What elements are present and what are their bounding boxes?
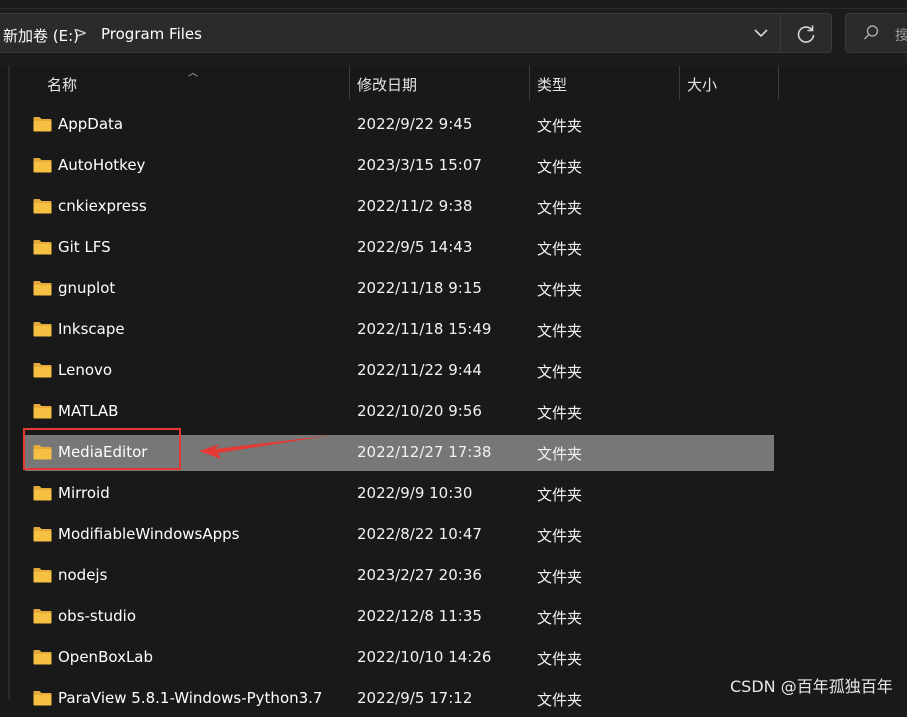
file-row[interactable]: Lenovo 2022/11/22 9:44 文件夹 xyxy=(25,353,774,389)
column-divider[interactable] xyxy=(529,66,530,100)
folder-icon xyxy=(33,690,52,706)
file-type: 文件夹 xyxy=(537,363,583,381)
column-divider[interactable] xyxy=(349,66,350,100)
breadcrumb-chevron-icon[interactable]: > xyxy=(74,23,87,42)
navigation-pane-border xyxy=(8,66,10,700)
folder-icon xyxy=(33,362,52,378)
column-header-date[interactable]: 修改日期 xyxy=(357,74,417,95)
file-type: 文件夹 xyxy=(537,117,583,135)
file-name: Git LFS xyxy=(58,238,111,256)
file-type: 文件夹 xyxy=(537,527,583,545)
file-date: 2022/12/8 11:35 xyxy=(357,607,482,625)
folder-icon xyxy=(33,403,52,419)
top-divider xyxy=(0,8,907,9)
folder-icon xyxy=(33,526,52,542)
file-row[interactable]: cnkiexpress 2022/11/2 9:38 文件夹 xyxy=(25,189,774,225)
file-date: 2022/9/5 17:12 xyxy=(357,689,473,707)
refresh-icon[interactable] xyxy=(793,21,819,47)
file-date: 2022/10/10 14:26 xyxy=(357,648,492,666)
folder-icon xyxy=(33,157,52,173)
address-bar[interactable]: 新加卷 (E:) > Program Files xyxy=(0,13,832,53)
file-name: nodejs xyxy=(58,566,108,584)
file-name: AutoHotkey xyxy=(58,156,146,174)
title-toolbar: 新加卷 (E:) > Program Files 搜 xyxy=(0,0,907,66)
file-row[interactable]: obs-studio 2022/12/8 11:35 文件夹 xyxy=(25,599,774,635)
breadcrumb-drive[interactable]: 新加卷 (E:) xyxy=(3,25,79,46)
watermark: CSDN @百年孤独百年 xyxy=(730,677,893,696)
column-header-type[interactable]: 类型 xyxy=(537,74,567,95)
file-type: 文件夹 xyxy=(537,199,583,217)
file-date: 2022/11/18 15:49 xyxy=(357,320,492,338)
file-date: 2022/11/2 9:38 xyxy=(357,197,473,215)
file-row[interactable]: AutoHotkey 2023/3/15 15:07 文件夹 xyxy=(25,148,774,184)
folder-icon xyxy=(33,321,52,337)
folder-icon xyxy=(33,567,52,583)
file-name: gnuplot xyxy=(58,279,116,297)
file-name: Lenovo xyxy=(58,361,113,379)
folder-icon xyxy=(33,239,52,255)
annotation-arrow xyxy=(199,435,333,459)
file-row[interactable]: AppData 2022/9/22 9:45 文件夹 xyxy=(25,107,774,143)
file-type: 文件夹 xyxy=(537,650,583,668)
file-type: 文件夹 xyxy=(537,568,583,586)
file-date: 2023/3/15 15:07 xyxy=(357,156,482,174)
file-name: cnkiexpress xyxy=(58,197,147,215)
breadcrumb-folder[interactable]: Program Files xyxy=(101,25,202,43)
column-header-row: ︿ 名称 修改日期 类型 大小 xyxy=(0,66,907,102)
file-type: 文件夹 xyxy=(537,404,583,422)
file-row[interactable]: ParaView 5.8.1-Windows-Python3.7 2022/9/5… xyxy=(25,681,774,717)
file-date: 2022/9/5 14:43 xyxy=(357,238,473,256)
column-divider[interactable] xyxy=(679,66,680,100)
folder-icon xyxy=(33,280,52,296)
file-date: 2023/2/27 20:36 xyxy=(357,566,482,584)
file-row[interactable]: nodejs 2023/2/27 20:36 文件夹 xyxy=(25,558,774,594)
folder-icon xyxy=(33,198,52,214)
folder-icon xyxy=(33,649,52,665)
file-date: 2022/10/20 9:56 xyxy=(357,402,482,420)
file-type: 文件夹 xyxy=(537,240,583,258)
chevron-down-icon[interactable] xyxy=(749,23,773,43)
file-name: AppData xyxy=(58,115,124,133)
annotation-highlight-box xyxy=(23,428,181,470)
folder-icon xyxy=(33,485,52,501)
column-divider[interactable] xyxy=(778,66,779,100)
file-type: 文件夹 xyxy=(537,322,583,340)
file-name: Inkscape xyxy=(58,320,125,338)
file-date: 2022/9/22 9:45 xyxy=(357,115,473,133)
file-name: Mirroid xyxy=(58,484,110,502)
file-row[interactable]: Inkscape 2022/11/18 15:49 文件夹 xyxy=(25,312,774,348)
file-date: 2022/11/18 9:15 xyxy=(357,279,482,297)
file-name: obs-studio xyxy=(58,607,136,625)
file-date: 2022/9/9 10:30 xyxy=(357,484,473,502)
file-type: 文件夹 xyxy=(537,445,583,463)
file-row[interactable]: Mirroid 2022/9/9 10:30 文件夹 xyxy=(25,476,774,512)
file-row[interactable]: gnuplot 2022/11/18 9:15 文件夹 xyxy=(25,271,774,307)
file-name: OpenBoxLab xyxy=(58,648,154,666)
folder-icon xyxy=(33,116,52,132)
search-icon xyxy=(862,24,880,42)
column-header-name[interactable]: 名称 xyxy=(47,74,77,95)
sort-ascending-icon: ︿ xyxy=(188,68,198,79)
file-date: 2022/11/22 9:44 xyxy=(357,361,482,379)
file-type: 文件夹 xyxy=(537,158,583,176)
file-row[interactable]: OpenBoxLab 2022/10/10 14:26 文件夹 xyxy=(25,640,774,676)
file-date: 2022/8/22 10:47 xyxy=(357,525,482,543)
file-row[interactable]: ModifiableWindowsApps 2022/8/22 10:47 文件夹 xyxy=(25,517,774,553)
file-row[interactable]: Git LFS 2022/9/5 14:43 文件夹 xyxy=(25,230,774,266)
search-placeholder: 搜 xyxy=(895,28,907,44)
file-row[interactable]: MATLAB 2022/10/20 9:56 文件夹 xyxy=(25,394,774,430)
file-name: ParaView 5.8.1-Windows-Python3.7 xyxy=(58,689,323,707)
file-name: MATLAB xyxy=(58,402,119,420)
file-date: 2022/12/27 17:38 xyxy=(357,443,492,461)
file-type: 文件夹 xyxy=(537,486,583,504)
address-divider xyxy=(780,14,781,52)
file-type: 文件夹 xyxy=(537,609,583,627)
file-type: 文件夹 xyxy=(537,281,583,299)
search-input[interactable]: 搜 xyxy=(845,13,907,53)
column-header-size[interactable]: 大小 xyxy=(687,74,717,95)
folder-icon xyxy=(33,608,52,624)
file-name: ModifiableWindowsApps xyxy=(58,525,240,543)
